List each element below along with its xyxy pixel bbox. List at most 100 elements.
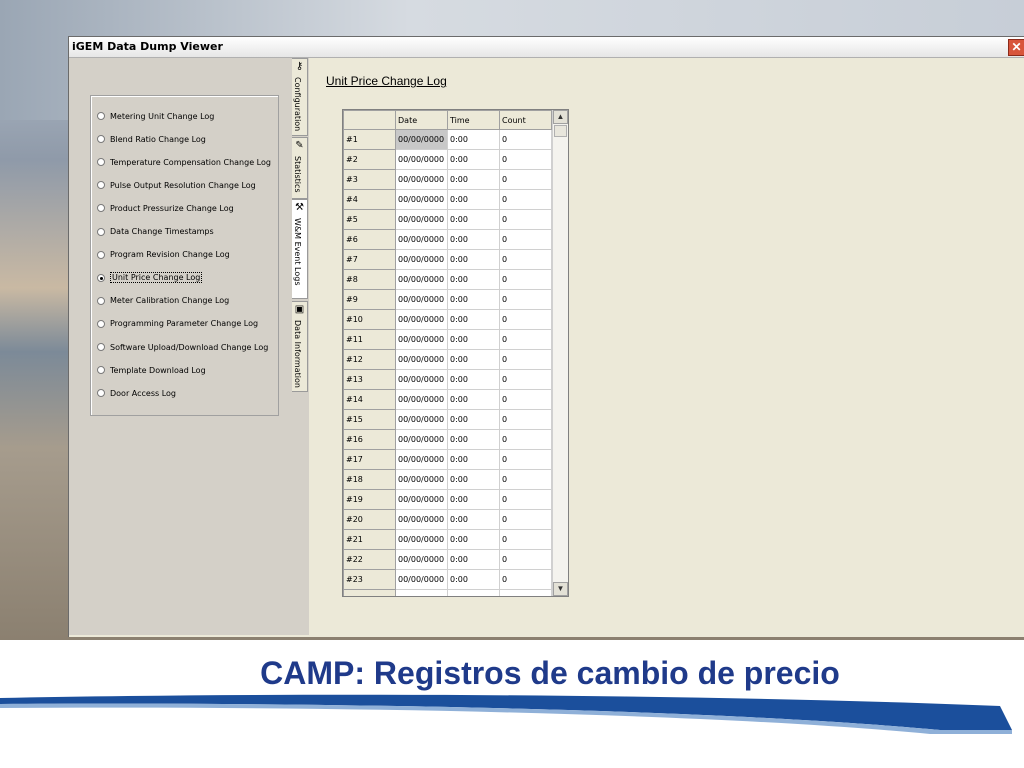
table-row[interactable]: #9 00/00/0000 0:00 0	[343, 289, 552, 310]
row-header[interactable]: #22	[343, 549, 396, 570]
table-row[interactable]: #10 00/00/0000 0:00 0	[343, 309, 552, 330]
table-cell[interactable]: 0	[499, 589, 552, 596]
table-cell[interactable]: 0	[499, 409, 552, 430]
radio-button[interactable]	[97, 389, 105, 398]
table-cell[interactable]: 00/00/0000	[395, 269, 448, 290]
table-cell[interactable]: 0:00	[447, 189, 500, 210]
table-cell[interactable]: 00/00/0000	[395, 349, 448, 370]
table-cell[interactable]: 0	[499, 169, 552, 190]
table-cell[interactable]: 0	[499, 469, 552, 490]
row-header[interactable]: #18	[343, 469, 396, 490]
radio-button[interactable]	[97, 204, 105, 213]
table-row[interactable]: #18 00/00/0000 0:00 0	[343, 469, 552, 490]
radio-option[interactable]: Temperature Compensation Change Log	[97, 155, 271, 169]
table-row[interactable]: #8 00/00/0000 0:00 0	[343, 269, 552, 290]
table-cell[interactable]: 0	[499, 249, 552, 270]
row-header[interactable]: #4	[343, 189, 396, 210]
row-header[interactable]: #7	[343, 249, 396, 270]
row-header[interactable]: #9	[343, 289, 396, 310]
table-cell[interactable]: 00/00/0000	[395, 129, 448, 150]
table-cell[interactable]: 00/00/0000	[395, 229, 448, 250]
table-cell[interactable]: 00/00/0000	[395, 369, 448, 390]
table-row[interactable]: #14 00/00/0000 0:00 0	[343, 389, 552, 410]
table-cell[interactable]: 0	[499, 569, 552, 590]
table-cell[interactable]: 0:00	[447, 249, 500, 270]
row-header[interactable]: #15	[343, 409, 396, 430]
row-header[interactable]: #16	[343, 429, 396, 450]
table-cell[interactable]: 0:00	[447, 509, 500, 530]
table-row[interactable]: #12 00/00/0000 0:00 0	[343, 349, 552, 370]
table-row[interactable]: #11 00/00/0000 0:00 0	[343, 329, 552, 350]
table-cell[interactable]: 0	[499, 349, 552, 370]
table-row[interactable]: #17 00/00/0000 0:00 0	[343, 449, 552, 470]
radio-option[interactable]: Program Revision Change Log	[97, 248, 230, 262]
table-cell[interactable]: 0	[499, 329, 552, 350]
table-row[interactable]: #2400/00/00000:000	[343, 589, 552, 596]
row-header[interactable]: #13	[343, 369, 396, 390]
table-row[interactable]: #22 00/00/0000 0:00 0	[343, 549, 552, 570]
table-row[interactable]: #15 00/00/0000 0:00 0	[343, 409, 552, 430]
tab-w-m-event-logs[interactable]: ⚒ W&M Event Logs	[292, 199, 308, 299]
table-cell[interactable]: 0	[499, 529, 552, 550]
table-cell[interactable]: 0	[499, 229, 552, 250]
table-row[interactable]: #2 00/00/0000 0:00 0	[343, 149, 552, 170]
table-cell[interactable]: 00/00/0000	[395, 289, 448, 310]
scroll-up-button[interactable]: ▲	[553, 110, 568, 124]
column-header[interactable]: Date	[395, 110, 448, 130]
table-row[interactable]: #6 00/00/0000 0:00 0	[343, 229, 552, 250]
table-row[interactable]: #20 00/00/0000 0:00 0	[343, 509, 552, 530]
radio-button[interactable]	[97, 135, 105, 144]
radio-option[interactable]: Metering Unit Change Log	[97, 109, 214, 123]
table-cell[interactable]: 0:00	[447, 129, 500, 150]
row-header[interactable]: #23	[343, 569, 396, 590]
table-cell[interactable]: 0	[499, 289, 552, 310]
tab-data-information[interactable]: ▣ Data Information	[292, 301, 308, 392]
radio-option[interactable]: Data Change Timestamps	[97, 225, 214, 239]
table-cell[interactable]: 00/00/0000	[395, 589, 448, 596]
scroll-down-button[interactable]: ▼	[553, 582, 568, 596]
table-cell[interactable]: 0	[499, 369, 552, 390]
vertical-scrollbar[interactable]: ▲ ▼	[552, 110, 568, 596]
table-cell[interactable]: 00/00/0000	[395, 449, 448, 470]
table-cell[interactable]: 0	[499, 509, 552, 530]
row-header[interactable]: #19	[343, 489, 396, 510]
row-header[interactable]: #12	[343, 349, 396, 370]
row-header[interactable]: #1	[343, 129, 396, 150]
table-cell[interactable]: 00/00/0000	[395, 489, 448, 510]
table-cell[interactable]: 0	[499, 549, 552, 570]
row-header[interactable]: #6	[343, 229, 396, 250]
radio-option[interactable]: Blend Ratio Change Log	[97, 132, 206, 146]
row-header[interactable]: #11	[343, 329, 396, 350]
table-row[interactable]: #13 00/00/0000 0:00 0	[343, 369, 552, 390]
table-cell[interactable]: 00/00/0000	[395, 329, 448, 350]
table-cell[interactable]: 00/00/0000	[395, 409, 448, 430]
radio-option[interactable]: Product Pressurize Change Log	[97, 201, 234, 215]
table-cell[interactable]: 00/00/0000	[395, 209, 448, 230]
table-cell[interactable]: 0	[499, 389, 552, 410]
table-row[interactable]: #3 00/00/0000 0:00 0	[343, 169, 552, 190]
row-header[interactable]: #10	[343, 309, 396, 330]
column-header[interactable]	[343, 110, 396, 130]
table-cell[interactable]: 0:00	[447, 349, 500, 370]
table-cell[interactable]: 0:00	[447, 409, 500, 430]
table-cell[interactable]: 0	[499, 149, 552, 170]
radio-button[interactable]	[97, 227, 105, 236]
table-cell[interactable]: 0	[499, 269, 552, 290]
table-row[interactable]: #23 00/00/0000 0:00 0	[343, 569, 552, 590]
table-row[interactable]: #1 00/00/0000 0:00 0	[343, 129, 552, 150]
table-row[interactable]: #5 00/00/0000 0:00 0	[343, 209, 552, 230]
table-cell[interactable]: 0:00	[447, 449, 500, 470]
radio-button[interactable]	[97, 250, 105, 259]
radio-option[interactable]: Software Upload/Download Change Log	[97, 340, 268, 354]
row-header[interactable]: #17	[343, 449, 396, 470]
table-cell[interactable]: 0:00	[447, 289, 500, 310]
radio-option[interactable]: Programming Parameter Change Log	[97, 317, 258, 331]
table-row[interactable]: #7 00/00/0000 0:00 0	[343, 249, 552, 270]
table-cell[interactable]: 0:00	[447, 329, 500, 350]
table-cell[interactable]: 00/00/0000	[395, 469, 448, 490]
table-cell[interactable]: 0:00	[447, 369, 500, 390]
table-cell[interactable]: 0:00	[447, 389, 500, 410]
table-row[interactable]: #16 00/00/0000 0:00 0	[343, 429, 552, 450]
table-cell[interactable]: 0:00	[447, 169, 500, 190]
table-cell[interactable]: 00/00/0000	[395, 509, 448, 530]
